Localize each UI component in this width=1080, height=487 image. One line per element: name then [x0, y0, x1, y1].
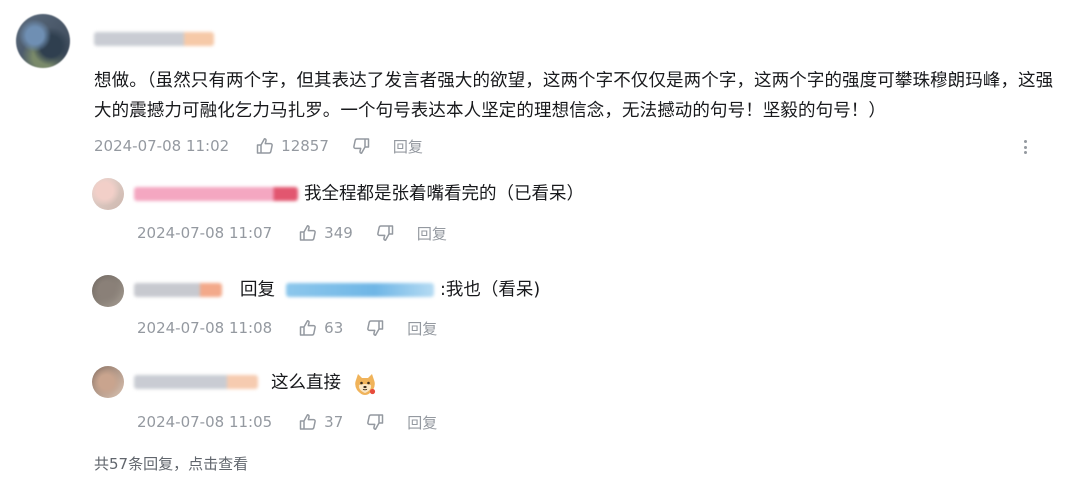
view-all-replies-link[interactable]: 共57条回复，点击查看	[94, 453, 248, 474]
reply-date: 2024-07-08 11:05	[137, 413, 273, 431]
avatar[interactable]	[16, 14, 70, 68]
username-blurred[interactable]	[134, 375, 258, 389]
reply-meta: 2024-07-08 11:07 349 回复	[137, 222, 447, 244]
avatar[interactable]	[92, 178, 124, 210]
comment-date: 2024-07-08 11:02	[94, 137, 230, 155]
thumbs-up-icon[interactable]	[298, 412, 318, 432]
more-vertical-icon[interactable]	[1018, 138, 1032, 156]
thumbs-down-icon[interactable]	[375, 223, 395, 243]
avatar[interactable]	[92, 275, 124, 307]
thumbs-up-icon[interactable]	[255, 136, 275, 156]
comment-meta: 2024-07-08 11:02 12857 回复	[94, 135, 423, 157]
avatar[interactable]	[92, 366, 124, 398]
reply-button[interactable]: 回复	[407, 412, 437, 433]
like-count: 37	[324, 413, 344, 431]
thumbs-down-icon[interactable]	[365, 412, 385, 432]
username-blurred[interactable]	[94, 32, 214, 46]
mentioned-user-blurred[interactable]	[286, 283, 434, 297]
reply-date: 2024-07-08 11:07	[137, 224, 273, 242]
comment-text: 想做。（虽然只有两个字，但其表达了发言者强大的欲望，这两个字不仅仅是两个字，这两…	[94, 71, 1054, 121]
reply-date: 2024-07-08 11:08	[137, 319, 273, 337]
reply-meta: 2024-07-08 11:08 63 回复	[137, 317, 437, 339]
reply-text: 这么直接	[271, 373, 341, 393]
username-blurred[interactable]	[134, 187, 298, 201]
reply-button[interactable]: 回复	[393, 136, 423, 157]
like-count: 349	[324, 224, 353, 242]
like-count: 63	[324, 319, 344, 337]
username-blurred[interactable]	[134, 283, 222, 297]
reply-meta: 2024-07-08 11:05 37 回复	[137, 411, 437, 433]
reply-text: 我全程都是张着嘴看完的（已看呆）	[304, 184, 584, 204]
reply-button[interactable]: 回复	[407, 318, 437, 339]
comment-thread: 想做。（虽然只有两个字，但其表达了发言者强大的欲望，这两个字不仅仅是两个字，这两…	[0, 0, 1080, 487]
shiba-dog-emoji-icon	[355, 374, 376, 395]
reply-prefix: 回复	[240, 280, 275, 300]
thumbs-down-icon[interactable]	[365, 318, 385, 338]
like-count: 12857	[281, 137, 329, 155]
reply-button[interactable]: 回复	[417, 223, 447, 244]
thumbs-up-icon[interactable]	[298, 223, 318, 243]
thumbs-up-icon[interactable]	[298, 318, 318, 338]
thumbs-down-icon[interactable]	[351, 136, 371, 156]
reply-text: :我也（看呆)	[440, 280, 541, 300]
